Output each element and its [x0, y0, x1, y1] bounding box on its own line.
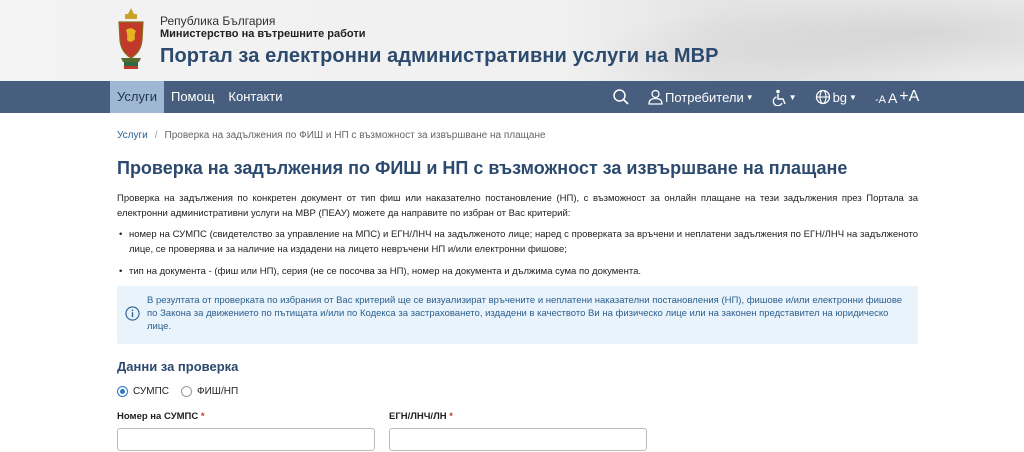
nav-item-help[interactable]: Помощ	[164, 81, 221, 113]
portal-title[interactable]: Портал за електронни административни усл…	[160, 44, 719, 68]
nav-item-contacts[interactable]: Контакти	[221, 81, 289, 113]
font-decrease-button[interactable]: -A	[875, 94, 886, 106]
language-menu[interactable]: bg ▼	[815, 89, 857, 105]
accessibility-icon	[772, 89, 786, 106]
users-menu[interactable]: Потребители ▼	[648, 89, 754, 105]
coat-of-arms-logo[interactable]	[115, 6, 147, 70]
breadcrumb: Услуги / Проверка на задължения по ФИШ и…	[117, 130, 918, 141]
users-label: Потребители	[665, 89, 744, 105]
breadcrumb-current: Проверка на задължения по ФИШ и НП с въз…	[164, 130, 546, 141]
main-navbar: Услуги Помощ Контакти Потребители ▼ ▼ bg…	[0, 81, 1024, 113]
list-item: тип на документа - (фиш или НП), серия (…	[119, 264, 918, 279]
field-label: Номер на СУМПС *	[117, 411, 205, 422]
criteria-list: номер на СУМПС (свидетелство за управлен…	[117, 227, 918, 279]
republic-label: Република България	[160, 14, 276, 28]
font-reset-button[interactable]: A	[888, 90, 897, 106]
chevron-down-icon: ▼	[745, 92, 754, 102]
info-text: В резултата от проверката по избрания от…	[147, 295, 903, 332]
radio-label: СУМПС	[133, 386, 169, 397]
check-type-radio-group: СУМПС ФИШ/НП	[117, 386, 918, 397]
radio-button-checked[interactable]	[117, 386, 128, 397]
chevron-down-icon: ▼	[788, 92, 797, 102]
info-alert: В резултата от проверката по избрания от…	[117, 286, 918, 344]
section-title: Данни за проверка	[117, 359, 239, 374]
ministry-label: Министерство на вътрешните работи	[160, 28, 366, 40]
list-item: номер на СУМПС (свидетелство за управлен…	[119, 227, 918, 257]
breadcrumb-separator: /	[154, 130, 158, 141]
radio-fish-np[interactable]: ФИШ/НП	[180, 386, 239, 397]
form-fields: Номер на СУМПС * ЕГН/ЛНЧ/ЛН *	[117, 411, 918, 451]
radio-sumps[interactable]: СУМПС	[117, 386, 169, 397]
intro-text: Проверка на задължения по конкретен доку…	[117, 193, 918, 219]
sumps-number-field: Номер на СУМПС *	[117, 411, 375, 451]
language-label: bg	[832, 89, 848, 105]
accessibility-menu[interactable]: ▼	[772, 89, 797, 106]
font-increase-button[interactable]: +A	[899, 88, 919, 106]
main-content: Услуги / Проверка на задължения по ФИШ и…	[117, 113, 918, 451]
radio-button[interactable]	[180, 386, 192, 397]
chevron-down-icon: ▼	[849, 92, 857, 102]
page-title: Проверка на задължения по ФИШ и НП с въз…	[117, 158, 848, 178]
egn-input[interactable]	[389, 428, 647, 451]
info-icon	[125, 306, 140, 321]
radio-label: ФИШ/НП	[196, 386, 239, 397]
globe-icon	[815, 89, 830, 105]
field-label: ЕГН/ЛНЧ/ЛН *	[389, 411, 453, 422]
nav-item-services[interactable]: Услуги	[110, 81, 164, 113]
breadcrumb-home[interactable]: Услуги	[117, 130, 148, 141]
search-icon[interactable]	[612, 88, 630, 106]
egn-field: ЕГН/ЛНЧ/ЛН *	[389, 411, 647, 451]
sumps-number-input[interactable]	[117, 428, 375, 451]
user-icon	[648, 89, 663, 105]
site-header: Република България Министерство на вътре…	[0, 0, 1024, 81]
font-size-controls: -A A +A	[875, 88, 919, 106]
